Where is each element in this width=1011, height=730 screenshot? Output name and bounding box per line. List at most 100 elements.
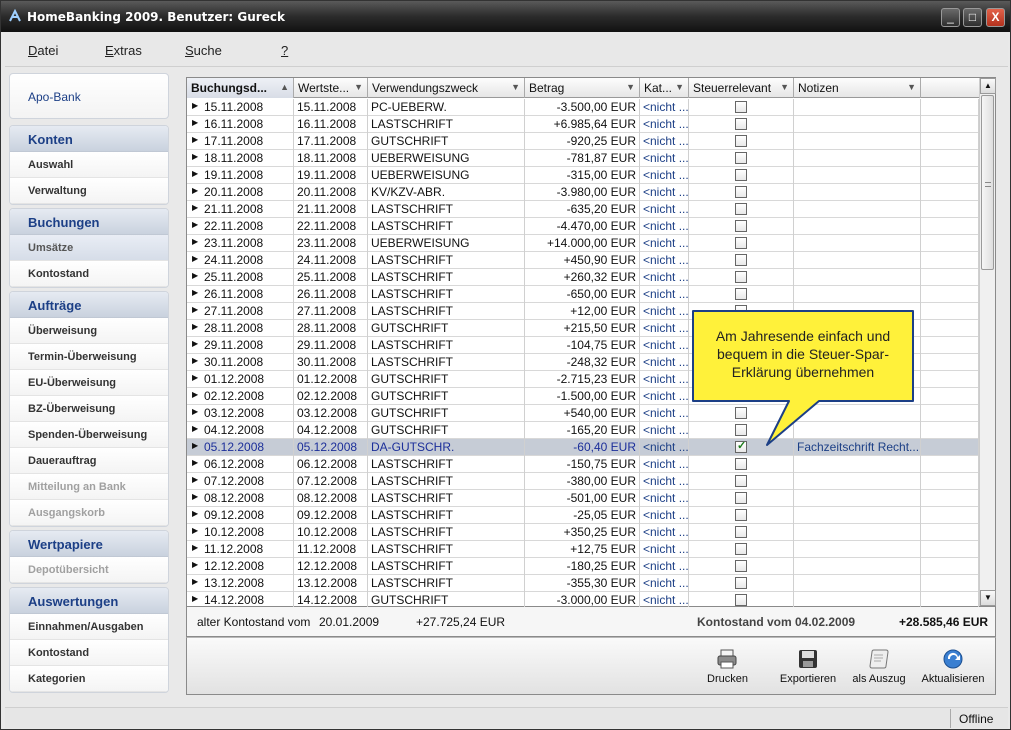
expand-arrow-icon[interactable]: ▶ — [187, 439, 201, 456]
menu-help[interactable]: ? — [281, 43, 288, 58]
steuerrelevant-checkbox[interactable] — [735, 101, 747, 113]
expand-arrow-icon[interactable]: ▶ — [187, 167, 201, 184]
table-row[interactable]: ▶ 12.12.2008 12.12.2008 LASTSCHRIFT -180,25 … — [187, 558, 979, 575]
steuerrelevant-checkbox[interactable] — [735, 458, 747, 470]
sidebar-item-dauerauftrag[interactable]: Dauerauftrag — [10, 448, 168, 474]
steuerrelevant-checkbox[interactable] — [735, 118, 747, 130]
sidebar-item-auswahl[interactable]: Auswahl — [10, 152, 168, 178]
table-row[interactable]: ▶ 18.11.2008 18.11.2008 UEBERWEISUNG -781,87… — [187, 150, 979, 167]
group-title[interactable]: Buchungen — [10, 209, 168, 235]
steuerrelevant-checkbox[interactable] — [735, 186, 747, 198]
sidebar-item-ueberweisung[interactable]: Überweisung — [10, 318, 168, 344]
scroll-up-icon[interactable]: ▲ — [980, 78, 996, 94]
expand-arrow-icon[interactable]: ▶ — [187, 269, 201, 286]
statement-button[interactable]: als Auszug — [847, 642, 911, 692]
expand-arrow-icon[interactable]: ▶ — [187, 201, 201, 218]
expand-arrow-icon[interactable]: ▶ — [187, 99, 201, 116]
table-row[interactable]: ▶ 06.12.2008 06.12.2008 LASTSCHRIFT -150,75 … — [187, 456, 979, 473]
steuerrelevant-checkbox[interactable] — [735, 509, 747, 521]
column-header-verwendungszweck[interactable]: Verwendungszweck ▼ — [368, 78, 525, 98]
expand-arrow-icon[interactable]: ▶ — [187, 405, 201, 422]
group-title[interactable]: Auswertungen — [10, 588, 168, 614]
expand-arrow-icon[interactable]: ▶ — [187, 541, 201, 558]
table-row[interactable]: ▶ 25.11.2008 25.11.2008 LASTSCHRIFT +260,32 … — [187, 269, 979, 286]
steuerrelevant-checkbox[interactable] — [735, 526, 747, 538]
expand-arrow-icon[interactable]: ▶ — [187, 184, 201, 201]
expand-arrow-icon[interactable]: ▶ — [187, 303, 201, 320]
group-title[interactable]: Aufträge — [10, 292, 168, 318]
expand-arrow-icon[interactable]: ▶ — [187, 592, 201, 607]
sidebar-item-einnahmen-ausgaben[interactable]: Einnahmen/Ausgaben — [10, 614, 168, 640]
steuerrelevant-checkbox[interactable] — [735, 254, 747, 266]
title-bar[interactable]: HomeBanking 2009. Benutzer: Gureck _ □ X — [1, 1, 1010, 32]
table-row[interactable]: ▶ 16.11.2008 16.11.2008 LASTSCHRIFT +6.985,6… — [187, 116, 979, 133]
sidebar-item-eu-ueberweisung[interactable]: EU-Überweisung — [10, 370, 168, 396]
print-button[interactable]: Drucken — [707, 642, 748, 692]
table-row[interactable]: ▶ 15.11.2008 15.11.2008 PC-UEBERW. -3.500,00… — [187, 99, 979, 116]
expand-arrow-icon[interactable]: ▶ — [187, 286, 201, 303]
expand-arrow-icon[interactable]: ▶ — [187, 150, 201, 167]
steuerrelevant-checkbox[interactable] — [735, 577, 747, 589]
expand-arrow-icon[interactable]: ▶ — [187, 252, 201, 269]
expand-arrow-icon[interactable]: ▶ — [187, 388, 201, 405]
steuerrelevant-checkbox[interactable] — [735, 203, 747, 215]
steuerrelevant-checkbox[interactable] — [735, 543, 747, 555]
steuerrelevant-checkbox[interactable] — [735, 135, 747, 147]
menu-extras[interactable]: Extras — [105, 43, 142, 58]
sidebar-item-umsaetze[interactable]: Umsätze — [10, 235, 168, 261]
vertical-scrollbar[interactable]: ▲ ▼ — [979, 78, 996, 606]
table-row[interactable]: ▶ 07.12.2008 07.12.2008 LASTSCHRIFT -380,00 … — [187, 473, 979, 490]
expand-arrow-icon[interactable]: ▶ — [187, 473, 201, 490]
scroll-down-icon[interactable]: ▼ — [980, 590, 996, 606]
column-header-notizen[interactable]: Notizen ▼ — [794, 78, 921, 98]
table-row[interactable]: ▶ 11.12.2008 11.12.2008 LASTSCHRIFT +12,75 E… — [187, 541, 979, 558]
export-button[interactable]: Exportieren — [775, 642, 841, 692]
refresh-button[interactable]: Aktualisieren — [919, 642, 987, 692]
expand-arrow-icon[interactable]: ▶ — [187, 320, 201, 337]
table-row[interactable]: ▶ 17.11.2008 17.11.2008 GUTSCHRIFT -920,25 E… — [187, 133, 979, 150]
column-header-steuerrelevant[interactable]: Steuerrelevant ▼ — [689, 78, 794, 98]
sidebar-item-kontostand[interactable]: Kontostand — [10, 261, 168, 287]
expand-arrow-icon[interactable]: ▶ — [187, 507, 201, 524]
close-button[interactable]: X — [986, 8, 1005, 27]
steuerrelevant-checkbox[interactable] — [735, 475, 747, 487]
menu-datei[interactable]: Datei — [28, 43, 58, 58]
column-header-betrag[interactable]: Betrag ▼ — [525, 78, 640, 98]
steuerrelevant-checkbox[interactable] — [735, 169, 747, 181]
column-header-wertstellung[interactable]: Wertste... ▼ — [294, 78, 368, 98]
sidebar-item-spenden-ueberweisung[interactable]: Spenden-Überweisung — [10, 422, 168, 448]
sidebar-item-termin-ueberweisung[interactable]: Termin-Überweisung — [10, 344, 168, 370]
table-row[interactable]: ▶ 14.12.2008 14.12.2008 GUTSCHRIFT -3.000,00… — [187, 592, 979, 607]
expand-arrow-icon[interactable]: ▶ — [187, 337, 201, 354]
steuerrelevant-checkbox[interactable] — [735, 271, 747, 283]
expand-arrow-icon[interactable]: ▶ — [187, 456, 201, 473]
column-header-kategorie[interactable]: Kat... ▼ — [640, 78, 689, 98]
steuerrelevant-checkbox[interactable] — [735, 288, 747, 300]
expand-arrow-icon[interactable]: ▶ — [187, 116, 201, 133]
scrollbar-thumb[interactable] — [981, 95, 994, 270]
maximize-button[interactable]: □ — [963, 8, 982, 27]
column-header-buchungsdatum[interactable]: Buchungsd... ▲ — [187, 78, 294, 98]
steuerrelevant-checkbox[interactable] — [735, 492, 747, 504]
sidebar-item-bz-ueberweisung[interactable]: BZ-Überweisung — [10, 396, 168, 422]
minimize-button[interactable]: _ — [941, 8, 960, 27]
expand-arrow-icon[interactable]: ▶ — [187, 133, 201, 150]
table-row[interactable]: ▶ 09.12.2008 09.12.2008 LASTSCHRIFT -25,05 E… — [187, 507, 979, 524]
sidebar-item-kategorien[interactable]: Kategorien — [10, 666, 168, 692]
expand-arrow-icon[interactable]: ▶ — [187, 490, 201, 507]
steuerrelevant-checkbox[interactable] — [735, 237, 747, 249]
sidebar-item-verwaltung[interactable]: Verwaltung — [10, 178, 168, 204]
expand-arrow-icon[interactable]: ▶ — [187, 575, 201, 592]
expand-arrow-icon[interactable]: ▶ — [187, 371, 201, 388]
group-title[interactable]: Wertpapiere — [10, 531, 168, 557]
steuerrelevant-checkbox[interactable] — [735, 594, 747, 606]
sidebar-bank-item[interactable]: Apo-Bank — [9, 73, 169, 119]
table-row[interactable]: ▶ 26.11.2008 26.11.2008 LASTSCHRIFT -650,00 … — [187, 286, 979, 303]
expand-arrow-icon[interactable]: ▶ — [187, 218, 201, 235]
group-title[interactable]: Konten — [10, 126, 168, 152]
table-row[interactable]: ▶ 19.11.2008 19.11.2008 UEBERWEISUNG -315,00… — [187, 167, 979, 184]
expand-arrow-icon[interactable]: ▶ — [187, 422, 201, 439]
table-row[interactable]: ▶ 23.11.2008 23.11.2008 UEBERWEISUNG +14.000… — [187, 235, 979, 252]
expand-arrow-icon[interactable]: ▶ — [187, 354, 201, 371]
table-row[interactable]: ▶ 22.11.2008 22.11.2008 LASTSCHRIFT -4.470,0… — [187, 218, 979, 235]
